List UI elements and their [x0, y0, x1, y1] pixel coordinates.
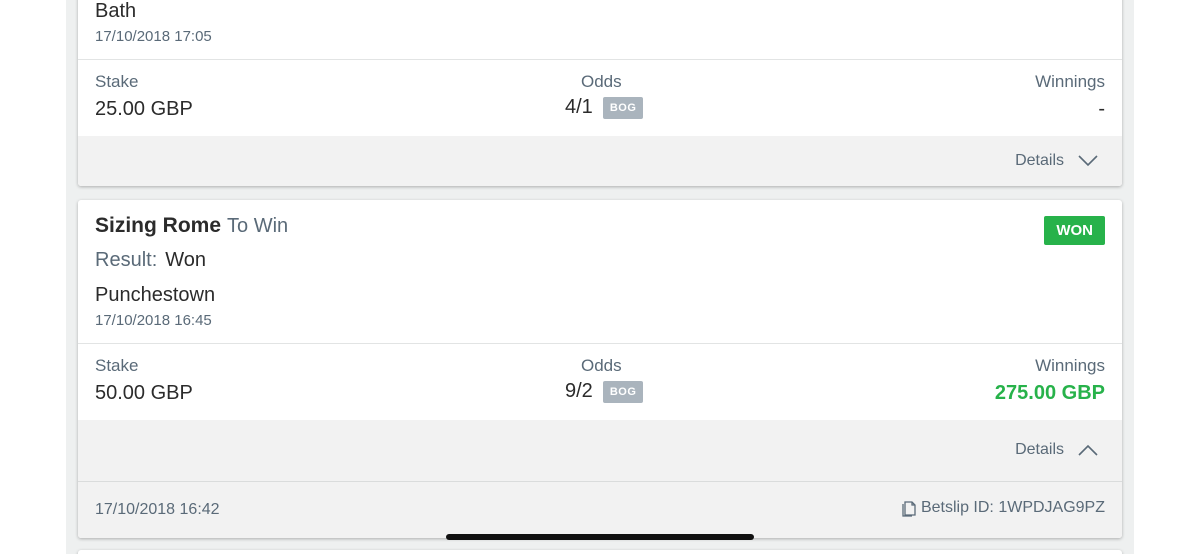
odds-value: 4/1 [565, 96, 593, 118]
left-margin [0, 0, 66, 554]
details-bar: Details [78, 136, 1122, 186]
result-value: Won [165, 249, 207, 271]
betslip-id: Betslip ID: 1WPDJAG9PZ [920, 499, 1105, 516]
status-badge: WON [1044, 216, 1105, 245]
odds-group: 4/1 BOG [565, 96, 644, 119]
odds-label: Odds [581, 356, 622, 375]
event-venue: Bath [95, 0, 137, 22]
right-margin [1134, 0, 1200, 554]
divider [78, 59, 1122, 60]
bog-badge: BOG [602, 380, 644, 403]
winnings-label: Winnings [1035, 356, 1105, 375]
chevron-up-icon [1078, 444, 1098, 456]
placed-date: 17/10/2018 16:42 [95, 501, 220, 518]
chevron-down-icon [1078, 155, 1098, 167]
details-bar: Details [78, 420, 1122, 481]
winnings-value: 275.00 GBP [994, 382, 1105, 404]
stake-label: Stake [95, 356, 139, 375]
bet-card: Bath 17/10/2018 17:05 Stake 25.00 GBP Od… [78, 0, 1122, 186]
divider [78, 343, 1122, 344]
details-toggle[interactable]: Details [1015, 152, 1098, 170]
winnings-label: Winnings [1035, 72, 1105, 91]
details-label: Details [1015, 441, 1064, 458]
home-indicator[interactable] [446, 534, 754, 540]
bet-card: Sizing Rome To Win WON Result: Won Punches… [78, 200, 1122, 538]
bet-footer: 17/10/2018 16:42 Betslip ID: 1WPDJAG9PZ [78, 482, 1122, 538]
market-name: To Win [227, 215, 289, 237]
winnings-value: - [1098, 98, 1105, 120]
bog-badge: BOG [602, 96, 644, 119]
details-label: Details [1015, 152, 1064, 169]
bet-card [78, 550, 1122, 554]
details-toggle[interactable]: Details [1015, 441, 1098, 459]
stake-value: 25.00 GBP [95, 98, 193, 120]
odds-value: 9/2 [565, 380, 593, 402]
selection-title: Sizing Rome [95, 214, 222, 237]
event-date: 17/10/2018 17:05 [95, 28, 212, 45]
copy-icon [902, 501, 916, 517]
event-date: 17/10/2018 16:45 [95, 312, 212, 329]
event-venue: Punchestown [95, 284, 216, 306]
betslip-id-group[interactable]: Betslip ID: 1WPDJAG9PZ [901, 499, 1105, 517]
stake-label: Stake [95, 72, 139, 91]
result-label: Result: [95, 249, 158, 271]
selection-name: Sizing Rome To Win [95, 214, 288, 238]
stake-value: 50.00 GBP [95, 382, 193, 404]
result-row: Result: Won [95, 249, 206, 272]
odds-label: Odds [581, 72, 622, 91]
odds-group: 9/2 BOG [565, 380, 644, 403]
